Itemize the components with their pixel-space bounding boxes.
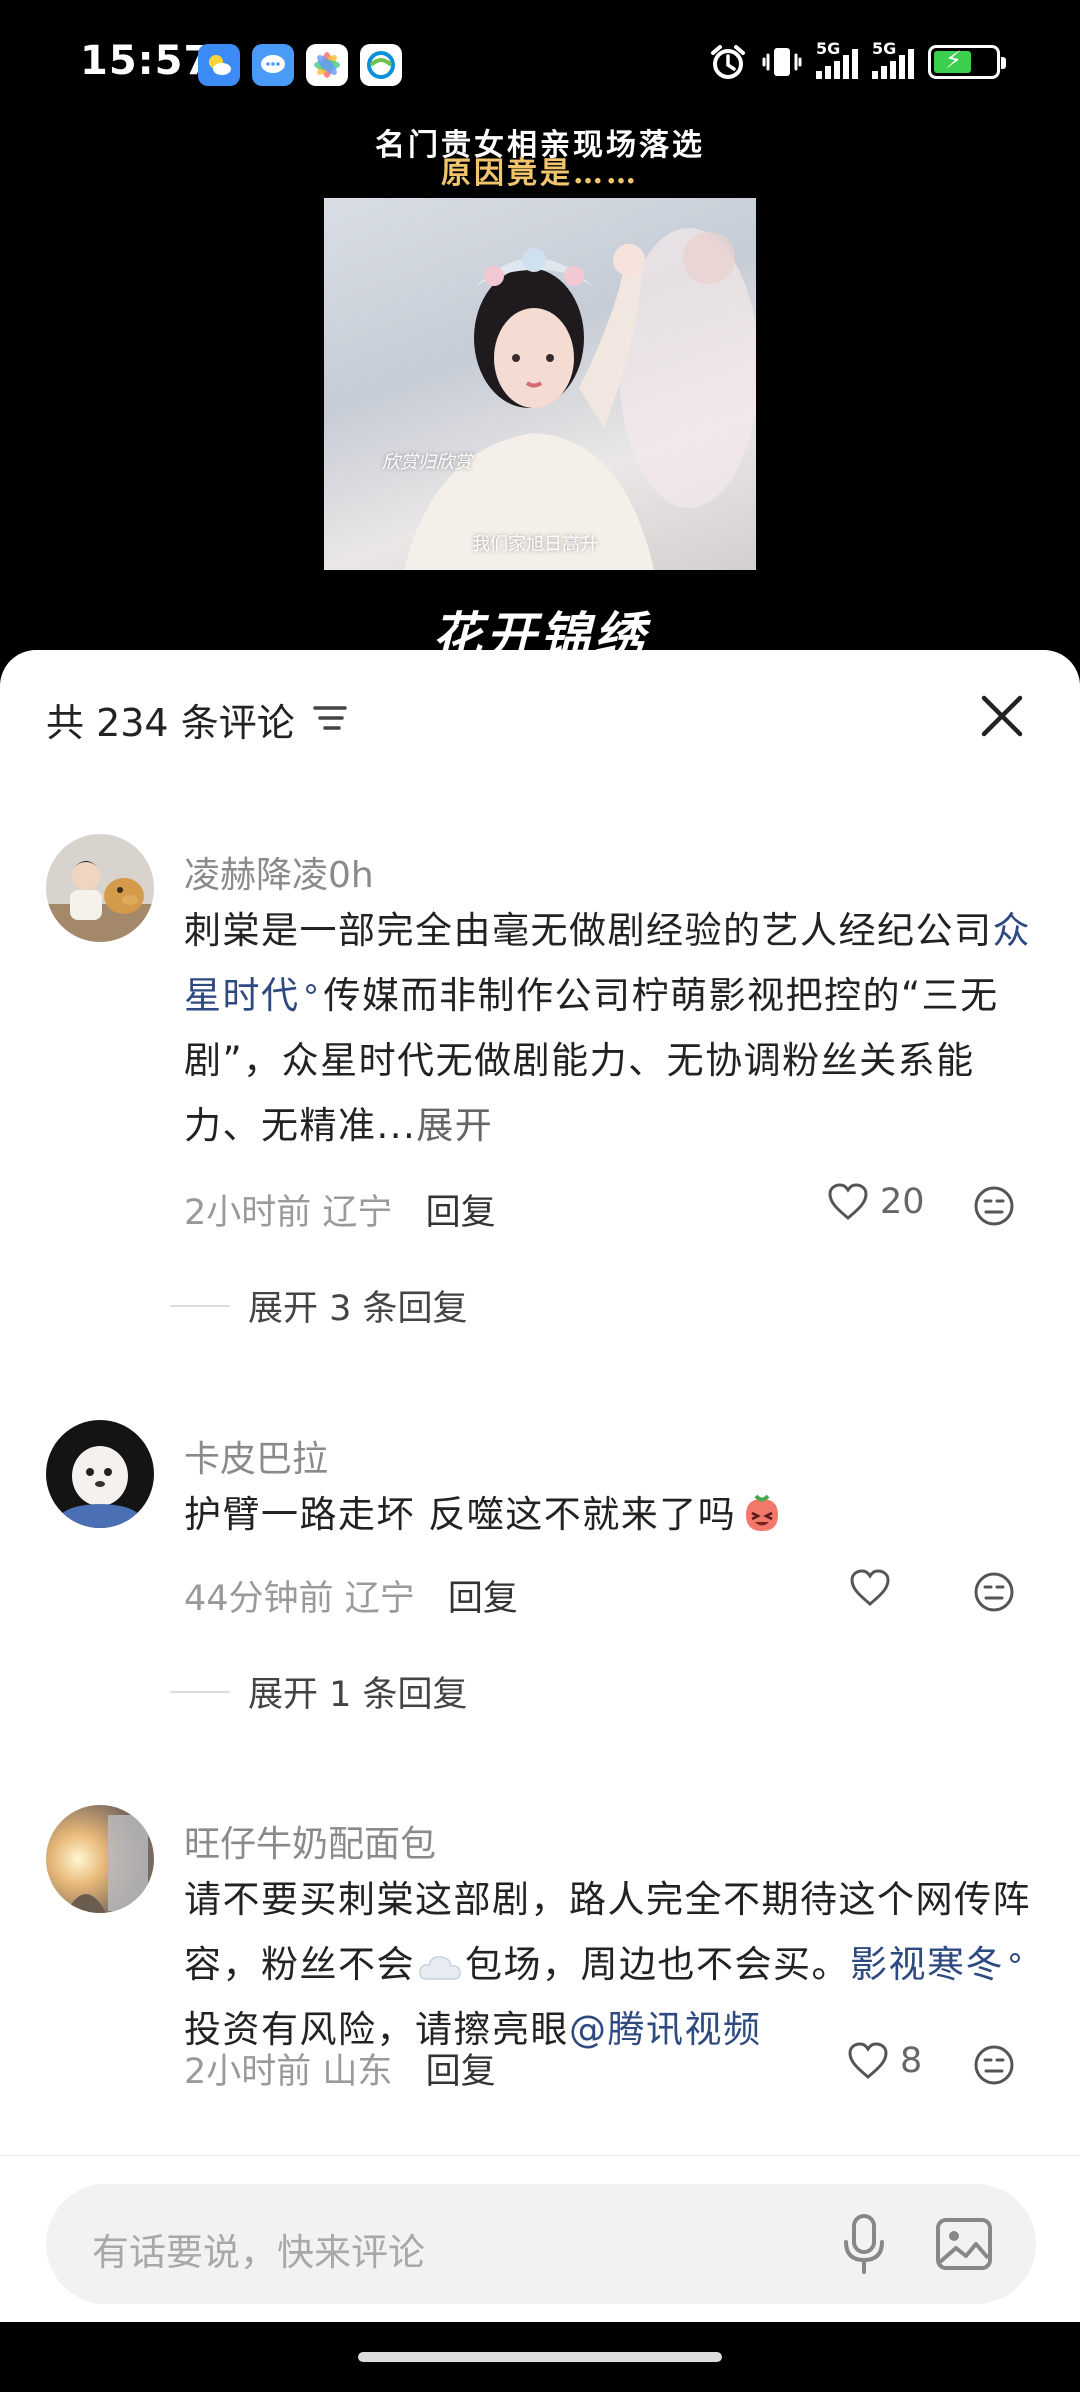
dislike-face-icon[interactable]	[972, 1570, 1016, 1614]
search-icon	[1010, 1952, 1020, 1963]
heart-icon	[850, 1569, 890, 1606]
vibrate-icon	[762, 48, 802, 76]
comment-meta: 2小时前 辽宁 回复	[184, 1184, 496, 1235]
home-indicator[interactable]	[358, 2352, 722, 2362]
video-frame: 欣赏归欣赏 我们家旭日高升	[324, 198, 756, 570]
signal-2-icon: 5G	[872, 39, 914, 79]
notification-icons	[198, 44, 402, 86]
weather-app-icon	[198, 44, 240, 86]
like-button[interactable]: 20	[826, 1182, 925, 1222]
signal-1-icon: 5G	[816, 39, 858, 79]
like-button[interactable]: 8	[846, 2041, 922, 2081]
comment-item: 卡皮巴拉 护臂一路走坏 反噬这不就来了吗 44分钟前 辽宁 回复 展开 1 条回…	[0, 1420, 1080, 1715]
china-mobile-icon	[360, 44, 402, 86]
cloud-emoji-icon	[419, 1956, 461, 1980]
comment-sheet: 共 234 条评论 凌赫降凌0h 刺棠是一部完全由毫无做剧经验的艺人经纪公司众星…	[0, 650, 1080, 2392]
alarm-icon	[711, 45, 745, 79]
status-bar: 15:57 5G 5G ⚡	[0, 0, 1080, 120]
comment-item: 凌赫降凌0h 刺棠是一部完全由毫无做剧经验的艺人经纪公司众星时代 传媒而非制作公司…	[0, 834, 1080, 1329]
like-button[interactable]	[848, 1568, 902, 1608]
avatar[interactable]	[46, 1805, 154, 1913]
comment-username[interactable]: 旺仔牛奶配面包	[184, 1815, 436, 1867]
filter-icon[interactable]	[312, 702, 348, 734]
video-still-image	[404, 228, 756, 570]
close-icon[interactable]	[976, 690, 1028, 742]
avatar[interactable]	[46, 1420, 154, 1528]
avatar[interactable]	[46, 834, 154, 942]
message-app-icon	[252, 44, 294, 86]
mic-icon[interactable]	[838, 2212, 890, 2276]
dislike-face-icon[interactable]	[972, 2043, 1016, 2087]
gallery-app-icon	[306, 44, 348, 86]
comment-text: 请不要买刺棠这部剧，路人完全不期待这个网传阵容，粉丝不会 包场，周边也不会买。影视…	[184, 1878, 1031, 2051]
expand-replies-button[interactable]: 展开 3 条回复	[170, 1280, 468, 1331]
status-time: 15:57	[80, 38, 213, 84]
comment-time: 2小时前	[184, 1193, 312, 1233]
video-title-line2: 原因竟是……	[441, 156, 639, 191]
navigation-bar	[0, 2322, 1080, 2392]
comment-meta: 44分钟前 辽宁 回复	[184, 1570, 518, 1621]
comment-meta: 2小时前 山东 回复	[184, 2043, 496, 2094]
comment-input[interactable]: 有话要说，快来评论	[46, 2184, 1036, 2304]
comment-time: 44分钟前	[184, 1579, 334, 1619]
laughing-emoji-icon	[746, 1494, 779, 1531]
comment-text: 护臂一路走坏 反噬这不就来了吗	[184, 1482, 1040, 1547]
comment-item: 旺仔牛奶配面包 请不要买刺棠这部剧，路人完全不期待这个网传阵容，粉丝不会 包场，周…	[0, 1805, 1080, 2155]
reply-button[interactable]: 回复	[448, 1579, 518, 1619]
video-subtitle-2: 我们家旭日高升	[472, 534, 598, 555]
search-icon	[305, 983, 316, 994]
reply-button[interactable]: 回复	[426, 2052, 496, 2092]
reply-button[interactable]: 回复	[426, 1193, 496, 1233]
comment-location: 辽宁	[322, 1193, 393, 1233]
comment-username[interactable]: 卡皮巴拉	[184, 1430, 328, 1482]
video-subtitle-1: 欣赏归欣赏	[382, 452, 472, 473]
heart-icon	[828, 1183, 868, 1220]
comment-sheet-header: 共 234 条评论	[0, 650, 1080, 780]
expand-replies-button[interactable]: 展开 1 条回复	[170, 1666, 468, 1717]
topic-link[interactable]: 影视寒冬	[850, 1943, 1004, 1986]
battery-icon: ⚡	[928, 45, 1006, 79]
system-status: 5G 5G ⚡	[708, 39, 1006, 82]
comment-count: 共 234 条评论	[46, 701, 295, 745]
heart-icon	[848, 2042, 888, 2079]
comment-time: 2小时前	[184, 2052, 312, 2092]
like-count: 20	[880, 1182, 925, 1222]
comment-location: 辽宁	[344, 1579, 415, 1619]
comment-input-placeholder: 有话要说，快来评论	[92, 2231, 425, 2274]
dislike-face-icon[interactable]	[972, 1184, 1016, 1228]
comment-input-bar: 有话要说，快来评论	[0, 2155, 1080, 2305]
comment-username[interactable]: 凌赫降凌0h	[184, 846, 374, 898]
image-icon[interactable]	[934, 2214, 994, 2274]
mention-link[interactable]: @腾讯视频	[569, 2008, 762, 2051]
comment-text: 刺棠是一部完全由毫无做剧经验的艺人经纪公司众星时代 传媒而非制作公司柠萌影视把控的…	[184, 909, 1031, 1147]
like-count: 8	[900, 2041, 923, 2081]
comment-location: 山东	[322, 2052, 393, 2092]
expand-text-link[interactable]: 展开	[416, 1104, 493, 1147]
video-player[interactable]: 名门贵女相亲现场落选 原因竟是…… 欣赏归欣赏 我们家旭日高升 花开锦绣	[0, 120, 1080, 680]
